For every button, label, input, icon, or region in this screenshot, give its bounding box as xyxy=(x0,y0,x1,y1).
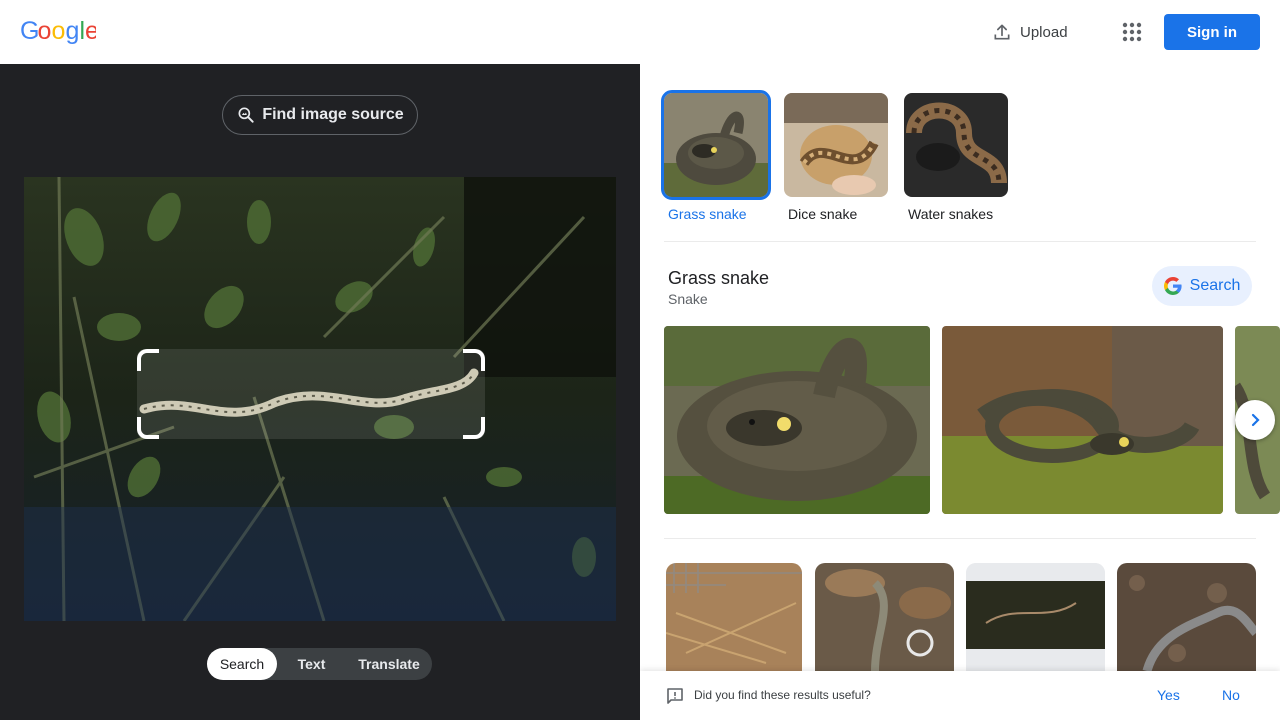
mode-translate-tab[interactable]: Translate xyxy=(346,648,432,680)
upload-icon xyxy=(994,24,1010,40)
visual-match-image-3[interactable] xyxy=(966,563,1105,671)
header: G o o g l e Upload Sign in xyxy=(0,0,1280,64)
google-logo-icon: G o o g l e xyxy=(20,17,99,45)
crop-handle-top-right[interactable] xyxy=(463,349,485,371)
divider xyxy=(664,241,1256,242)
entity-title: Grass snake xyxy=(668,268,770,288)
find-image-source-button[interactable]: Find image source xyxy=(222,95,418,135)
related-item-grass-snake[interactable]: Grass snake xyxy=(661,90,772,222)
related-label: Grass snake xyxy=(668,206,747,222)
gallery-image-2[interactable] xyxy=(942,326,1223,514)
entity-search-button[interactable]: Search xyxy=(1152,266,1252,306)
entity-search-label: Search xyxy=(1189,277,1241,294)
lens-mode-switcher: Search Text Translate xyxy=(207,648,432,680)
upload-label: Upload xyxy=(1020,23,1068,41)
svg-text:o: o xyxy=(52,17,65,45)
related-thumbnail xyxy=(661,90,771,200)
crop-handle-bottom-left[interactable] xyxy=(137,417,159,439)
related-thumbnail xyxy=(904,93,1008,197)
google-g-icon xyxy=(1163,277,1182,295)
visual-match-image-2[interactable] xyxy=(815,563,954,671)
related-item-dice-snake[interactable]: Dice snake xyxy=(784,90,892,222)
svg-text:e: e xyxy=(85,17,96,45)
divider xyxy=(664,538,1256,539)
visual-match-image-4[interactable] xyxy=(1117,563,1256,671)
google-logo[interactable]: G o o g l e xyxy=(20,17,99,52)
feedback-icon xyxy=(667,688,683,704)
gallery-image-1[interactable] xyxy=(664,326,930,514)
feedback-yes-button[interactable]: Yes xyxy=(1157,687,1180,703)
entity-subtitle: Snake xyxy=(668,291,708,307)
related-item-water-snakes[interactable]: Water snakes xyxy=(904,90,1012,222)
find-image-source-label: Find image source xyxy=(262,106,404,123)
upload-button[interactable]: Upload xyxy=(992,20,1068,44)
related-thumbnail xyxy=(784,93,888,197)
svg-text:G: G xyxy=(20,17,39,45)
related-label: Dice snake xyxy=(788,206,858,222)
feedback-no-button[interactable]: No xyxy=(1222,687,1240,703)
svg-text:o: o xyxy=(38,17,51,45)
related-label: Water snakes xyxy=(908,206,994,222)
sign-in-button[interactable]: Sign in xyxy=(1164,14,1260,50)
feedback-question: Did you find these results useful? xyxy=(694,688,871,702)
feedback-bar: Did you find these results useful? Yes N… xyxy=(640,671,1280,720)
visual-match-image-1[interactable] xyxy=(666,563,802,671)
crop-handle-bottom-right[interactable] xyxy=(463,417,485,439)
lens-image-panel: Find image source Search Text Translate xyxy=(0,64,640,720)
crop-handle-top-left[interactable] xyxy=(137,349,159,371)
query-image xyxy=(24,177,616,621)
svg-text:l: l xyxy=(80,17,85,45)
chevron-right-icon xyxy=(1251,413,1260,427)
related-searches: Grass snake Dice snake Water snakes xyxy=(661,90,1012,222)
svg-text:g: g xyxy=(66,17,79,45)
apps-grid-icon[interactable] xyxy=(1120,20,1144,44)
mode-text-tab[interactable]: Text xyxy=(277,648,346,680)
results-panel: Grass snake Dice snake Water snakes Gras… xyxy=(640,64,1280,720)
crop-selection-box[interactable] xyxy=(137,349,485,439)
image-search-icon xyxy=(238,107,254,123)
mode-search-tab[interactable]: Search xyxy=(207,648,277,680)
gallery-next-button[interactable] xyxy=(1235,400,1275,440)
